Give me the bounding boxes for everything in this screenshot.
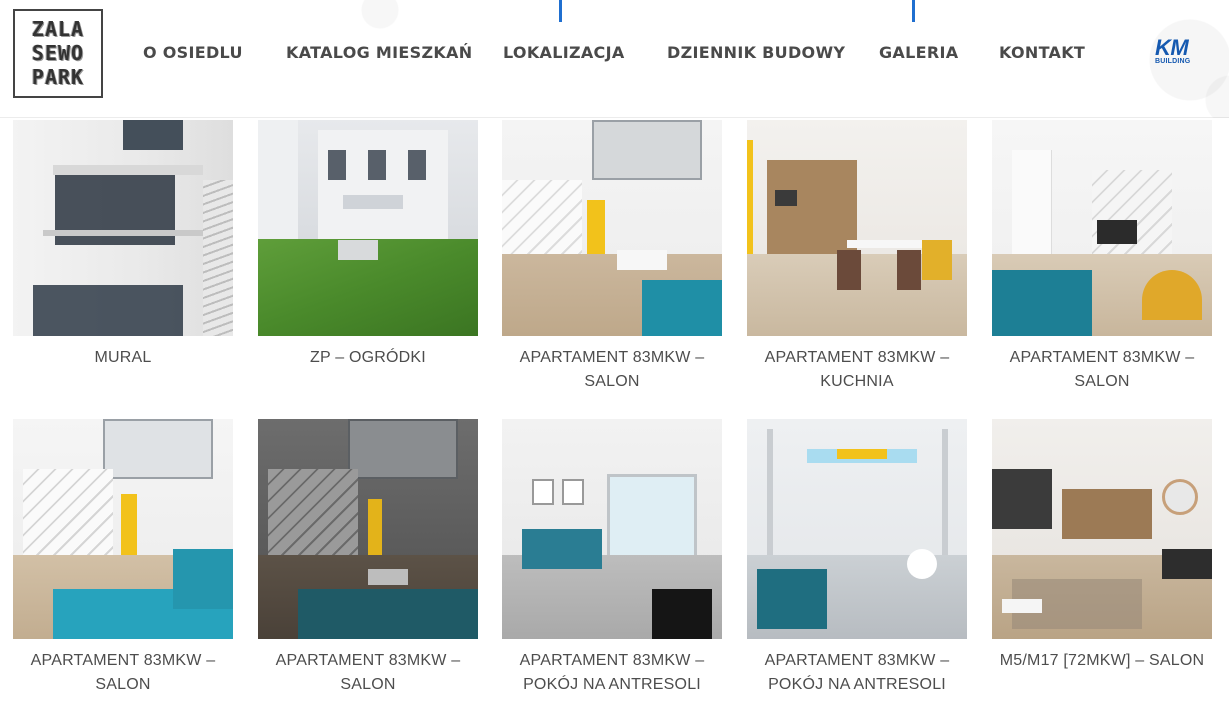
nav-accent-left [559, 0, 562, 22]
gallery-thumbnail[interactable] [258, 120, 478, 336]
gallery-thumbnail[interactable] [992, 419, 1212, 639]
gallery-caption-line: APARTAMENT 83MKW – [519, 349, 705, 366]
gallery-thumbnail[interactable] [258, 419, 478, 639]
gallery-item[interactable]: APARTAMENT 83MKW – SALON [13, 419, 233, 709]
gallery-caption-line: APARTAMENT 83MKW – [764, 349, 950, 366]
gallery-caption-line: KUCHNIA [820, 373, 894, 390]
gallery-caption-line: APARTAMENT 83MKW – [275, 652, 461, 669]
gallery-thumbnail[interactable] [13, 419, 233, 639]
gallery-item[interactable]: ZP – OGRÓDKI [258, 120, 478, 400]
gallery-caption-line: M5/M17 [72MKW] – SALON [999, 652, 1205, 669]
logo-line-3: PARK [31, 65, 85, 89]
gallery-thumbnail[interactable] [13, 120, 233, 336]
gallery-caption-line: APARTAMENT 83MKW – [1009, 349, 1195, 366]
nav-accent-right [912, 0, 915, 22]
gallery-item[interactable]: APARTAMENT 83MKW – SALON [502, 120, 722, 400]
gallery-item[interactable]: APARTAMENT 83MKW – SALON [992, 120, 1212, 400]
gallery-caption-line: SALON [584, 373, 640, 390]
nav-item-lokalizacja[interactable]: LOKALIZACJA [503, 43, 625, 63]
gallery-caption-line: POKÓJ NA ANTRESOLI [768, 676, 946, 693]
gallery-caption-line: SALON [340, 676, 396, 693]
km-logo-sub: BUILDING [1155, 58, 1191, 65]
gallery-item[interactable]: APARTAMENT 83MKW – KUCHNIA [747, 120, 967, 400]
gallery-item[interactable]: APARTAMENT 83MKW – POKÓJ NA ANTRESOLI [502, 419, 722, 709]
gallery-thumbnail[interactable] [747, 419, 967, 639]
gallery-item[interactable]: APARTAMENT 83MKW – POKÓJ NA ANTRESOLI [747, 419, 967, 709]
gallery-thumbnail[interactable] [992, 120, 1212, 336]
gallery-caption-line: SALON [95, 676, 151, 693]
gallery-thumbnail[interactable] [502, 419, 722, 639]
nav-item-o-osiedlu[interactable]: O OSIEDLU [143, 43, 243, 63]
logo-line-1: ZALA [31, 17, 85, 41]
gallery-caption-line: APARTAMENT 83MKW – [519, 652, 705, 669]
gallery-thumbnail[interactable] [747, 120, 967, 336]
site-logo[interactable]: ZALA SEWO PARK [13, 9, 103, 98]
gallery-thumbnail[interactable] [502, 120, 722, 336]
gallery-caption-line: POKÓJ NA ANTRESOLI [523, 676, 701, 693]
gallery-item[interactable]: APARTAMENT 83MKW – SALON [258, 419, 478, 709]
gallery-caption-line: APARTAMENT 83MKW – [30, 652, 216, 669]
nav-item-galeria[interactable]: GALERIA [879, 43, 958, 63]
nav-item-katalog-mieszkan[interactable]: KATALOG MIESZKAŃ [286, 43, 472, 63]
gallery-caption-line: SALON [1074, 373, 1130, 390]
gallery-item[interactable]: M5/M17 [72MKW] – SALON [992, 419, 1212, 709]
logo-line-2: SEWO [31, 41, 85, 65]
site-header: ZALA SEWO PARK O OSIEDLU KATALOG MIESZKA… [0, 0, 1229, 118]
km-logo-mark: KM [1155, 35, 1189, 60]
km-building-logo[interactable]: KM BUILDING [1155, 35, 1201, 66]
gallery-caption-line: ZP – OGRÓDKI [310, 349, 426, 366]
gallery-item[interactable]: MURAL [13, 120, 233, 400]
nav-item-dziennik-budowy[interactable]: DZIENNIK BUDOWY [667, 43, 845, 63]
nav-item-kontakt[interactable]: KONTAKT [999, 43, 1085, 63]
gallery-caption-line: APARTAMENT 83MKW – [764, 652, 950, 669]
gallery-caption-line: MURAL [94, 349, 152, 366]
